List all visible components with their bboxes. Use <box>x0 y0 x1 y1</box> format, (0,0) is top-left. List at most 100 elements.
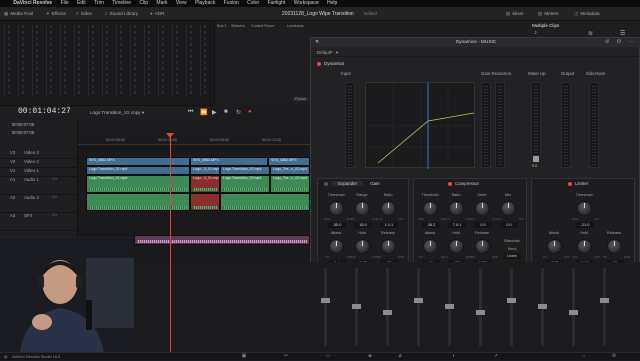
menu-fusion[interactable]: Fusion <box>224 0 239 7</box>
listen-button[interactable]: Listen <box>503 253 521 259</box>
timeline-ruler[interactable]: 00:01:00:00 00:01:04:00 00:01:08:00 00:0… <box>78 135 310 145</box>
track-header-v1[interactable]: V1 Video 1 <box>0 168 78 177</box>
knob-dial[interactable] <box>474 239 490 254</box>
options-icon[interactable]: ⋯ <box>629 39 634 45</box>
knob-dial[interactable] <box>328 239 344 254</box>
limiter-power-led[interactable] <box>568 181 572 186</box>
fusion-page-icon[interactable]: ◈ <box>366 353 374 359</box>
eq-icon[interactable]: ≋ <box>588 30 593 37</box>
fader-handle[interactable] <box>600 298 609 303</box>
knob-dial[interactable] <box>380 201 396 216</box>
v1-clip[interactable]: Logo_Tra...n_02.mp4 <box>270 166 310 175</box>
audio-clip[interactable]: Logo Transition_03.mp4 <box>220 175 270 193</box>
menu-playback[interactable]: Playback <box>195 0 215 7</box>
menu-edit[interactable]: Edit <box>77 0 86 7</box>
tab-index[interactable]: ≡ Index <box>76 7 92 21</box>
knob-dial[interactable] <box>380 239 396 254</box>
fairlight-page-icon[interactable]: ♫ <box>396 353 404 359</box>
menu-workspace[interactable]: Workspace <box>294 0 319 7</box>
audio-clip[interactable] <box>86 193 190 211</box>
preset-selector[interactable]: Default* ▾ <box>311 48 640 57</box>
loop-icon[interactable]: ↻ <box>236 109 241 116</box>
knob-value[interactable]: 1.1:1 <box>380 222 398 228</box>
menu-help[interactable]: Help <box>327 0 337 7</box>
knob-value[interactable]: -35.0 <box>328 222 346 228</box>
gate-tab[interactable]: Gate <box>364 181 386 186</box>
knob-dial[interactable] <box>448 239 464 254</box>
knob-value[interactable]: 0.0 <box>474 222 492 228</box>
tab-meters[interactable]: ▥ Meters <box>538 7 558 21</box>
fader-handle[interactable] <box>569 310 578 315</box>
expander-tab[interactable]: Expander <box>332 181 364 186</box>
menu-view[interactable]: View <box>176 0 187 7</box>
playhead[interactable] <box>170 133 171 359</box>
dynamics-power-led[interactable] <box>317 61 321 66</box>
rewind-icon[interactable]: ⏪ <box>200 109 207 116</box>
track-header-v3[interactable]: V3 Video 3 <box>0 150 78 159</box>
color-page-icon[interactable]: ◐ <box>450 353 458 359</box>
sliders-icon[interactable]: ☰ <box>620 30 625 37</box>
knob-dial[interactable] <box>448 201 464 216</box>
compressor-power-led[interactable] <box>448 181 452 186</box>
audio-clip-selected[interactable]: Logo...3_01.mp4 <box>190 175 220 193</box>
v1-clip[interactable]: Logo Transition_01.mp4 <box>86 166 190 175</box>
stop-icon[interactable]: ■ <box>224 109 228 115</box>
app-menu[interactable]: DaVinci Resolve <box>13 0 52 7</box>
menu-clip[interactable]: Clip <box>139 0 148 7</box>
cut-page-icon[interactable]: ✂ <box>282 353 290 359</box>
menu-color[interactable]: Color <box>247 0 259 7</box>
knob-value[interactable]: 18.0 <box>354 222 372 228</box>
track-header-a2[interactable]: A2 Audio 2 2.0 <box>0 195 78 213</box>
timeline-name-selector[interactable]: Logo Transition_V2 copy ▾ <box>90 110 144 116</box>
edit-page-icon[interactable]: ▭ <box>324 353 332 359</box>
v1-clip[interactable]: Logo...3_01.mp4 <box>190 166 220 175</box>
knob-value[interactable]: -36.2 <box>422 222 440 228</box>
playhead-handle[interactable] <box>166 133 174 138</box>
knob-dial[interactable] <box>546 239 562 254</box>
makeup-fader[interactable] <box>533 156 539 162</box>
knob-dial[interactable] <box>328 201 344 216</box>
tab-effects[interactable]: ✦ Effects <box>46 7 66 21</box>
audio-clip[interactable]: Logo Transition_01.mp4 <box>86 175 190 193</box>
settings-icon[interactable]: ⚙ <box>610 353 618 359</box>
knob-dial[interactable] <box>422 201 438 216</box>
menu-fairlight[interactable]: Fairlight <box>268 0 286 7</box>
tab-sound-library[interactable]: ♫ Sound Library <box>104 7 138 21</box>
tab-metadata[interactable]: ◫ Metadata <box>574 7 600 21</box>
menu-trim[interactable]: Trim <box>94 0 104 7</box>
v1-clip[interactable]: Logo Transition_03.mp4 <box>220 166 270 175</box>
audio-clip[interactable] <box>220 193 310 211</box>
fader-handle[interactable] <box>321 298 330 303</box>
menu-timeline[interactable]: Timeline <box>112 0 131 7</box>
track-header-a3[interactable]: A3 SFX 2.0 <box>0 213 78 231</box>
video-clip[interactable]: SKK_0862.MP4 <box>268 157 310 166</box>
record-icon[interactable]: ● <box>248 109 252 115</box>
play-icon[interactable]: ▶ <box>212 109 217 116</box>
track-header-v2[interactable]: V2 Video 2 <box>0 159 78 168</box>
menu-mark[interactable]: Mark <box>156 0 167 7</box>
deliver-page-icon[interactable]: ➚ <box>492 353 500 359</box>
home-icon[interactable]: ⌂ <box>580 353 588 359</box>
fader-handle[interactable] <box>414 298 423 303</box>
go-to-start-icon[interactable]: ⏮ <box>188 109 193 116</box>
knob-dial[interactable] <box>500 201 516 216</box>
pause-button[interactable]: Pause <box>293 97 308 101</box>
video-clip[interactable]: SKK_0862.MP4 <box>86 157 190 166</box>
track-header-a1[interactable]: A1 Audio 1 2.0 <box>0 177 78 195</box>
knob-dial[interactable] <box>576 239 592 254</box>
fader-handle[interactable] <box>352 304 361 309</box>
audio-clip[interactable]: Logo_Tra...n_02.mp4 <box>270 175 310 193</box>
audio-clip-selected[interactable] <box>190 193 220 211</box>
bypass-icon[interactable]: ⏻ <box>617 39 621 45</box>
knob-dial[interactable] <box>422 239 438 254</box>
dynamics-section-header[interactable]: Dynamics <box>317 61 344 66</box>
knob-dial[interactable] <box>354 239 370 254</box>
knob-dial[interactable] <box>576 201 592 216</box>
music-icon[interactable]: ♪ <box>534 30 537 36</box>
fader-handle[interactable] <box>507 298 516 303</box>
music-clip[interactable] <box>134 235 310 245</box>
knob-value[interactable]: -21.0 <box>576 222 594 228</box>
fader-handle[interactable] <box>476 310 485 315</box>
tab-mixer[interactable]: ▤ Mixer <box>506 7 524 21</box>
tab-adr[interactable]: ● ADR <box>150 7 164 21</box>
